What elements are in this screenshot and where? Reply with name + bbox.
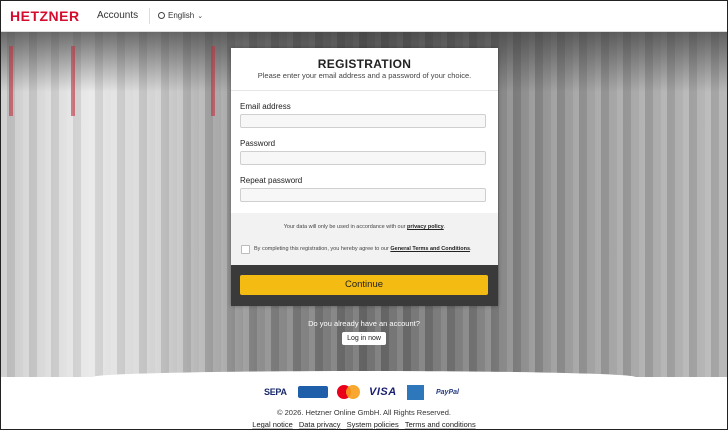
privacy-notice: Your data will only be used in accordanc… [231, 224, 498, 230]
chevron-down-icon: ⌄ [197, 12, 204, 20]
terms-text-end: . [470, 246, 472, 252]
data-privacy-link[interactable]: Data privacy [299, 420, 341, 429]
terms-link[interactable]: General Terms and Conditions [390, 246, 470, 252]
registration-card: REGISTRATION Please enter your email add… [231, 48, 498, 306]
debit-logo [298, 386, 328, 398]
amex-logo [407, 385, 424, 400]
hetzner-logo[interactable]: HETZNER [10, 8, 80, 24]
legal-notice-link[interactable]: Legal notice [252, 420, 292, 429]
language-label: English [168, 11, 195, 20]
divider [231, 90, 498, 91]
language-selector[interactable]: English ⌄ [158, 11, 203, 20]
privacy-text-end: . [443, 224, 446, 230]
visa-logo: VISA [369, 386, 397, 398]
top-bar: HETZNER Accounts English ⌄ [1, 1, 727, 32]
repeat-password-field[interactable] [240, 188, 486, 202]
privacy-text: Your data will only be used in accordanc… [283, 224, 408, 230]
mastercard-logo [335, 384, 361, 400]
copyright: © 2026. Hetzner Online GmbH. All Rights … [277, 408, 451, 417]
footer-links: Legal notice Data privacy System policie… [1, 420, 727, 429]
app-name: Accounts [97, 10, 139, 21]
background-accent [211, 46, 215, 116]
account-question: Do you already have an account? [308, 319, 420, 328]
continue-button[interactable]: Continue [240, 275, 488, 295]
terms-text: By completing this registration, you her… [254, 246, 391, 252]
terms-conditions-link[interactable]: Terms and conditions [405, 420, 476, 429]
form-subtitle: Please enter your email address and a pa… [257, 71, 472, 80]
globe-icon [158, 12, 165, 19]
form-title: REGISTRATION [317, 57, 412, 71]
password-label: Password [240, 139, 276, 148]
background-accent [9, 46, 13, 116]
terms-checkbox[interactable] [241, 245, 250, 254]
email-label: Email address [240, 102, 291, 111]
header-divider [149, 8, 150, 24]
password-field[interactable] [240, 151, 486, 165]
notice-area [231, 213, 498, 265]
email-field[interactable] [240, 114, 486, 128]
paypal-logo: PayPal [436, 388, 459, 396]
privacy-policy-link[interactable]: privacy policy [407, 224, 444, 230]
background-accent [71, 46, 75, 116]
sepa-logo: SEPA [264, 387, 287, 397]
system-policies-link[interactable]: System policies [347, 420, 399, 429]
terms-notice: By completing this registration, you her… [254, 246, 472, 252]
login-button[interactable]: Log in now [342, 332, 386, 345]
repeat-password-label: Repeat password [240, 176, 303, 185]
mastercard-orange-circle [345, 385, 360, 399]
page: HETZNER Accounts English ⌄ REGISTRATION … [0, 0, 728, 430]
